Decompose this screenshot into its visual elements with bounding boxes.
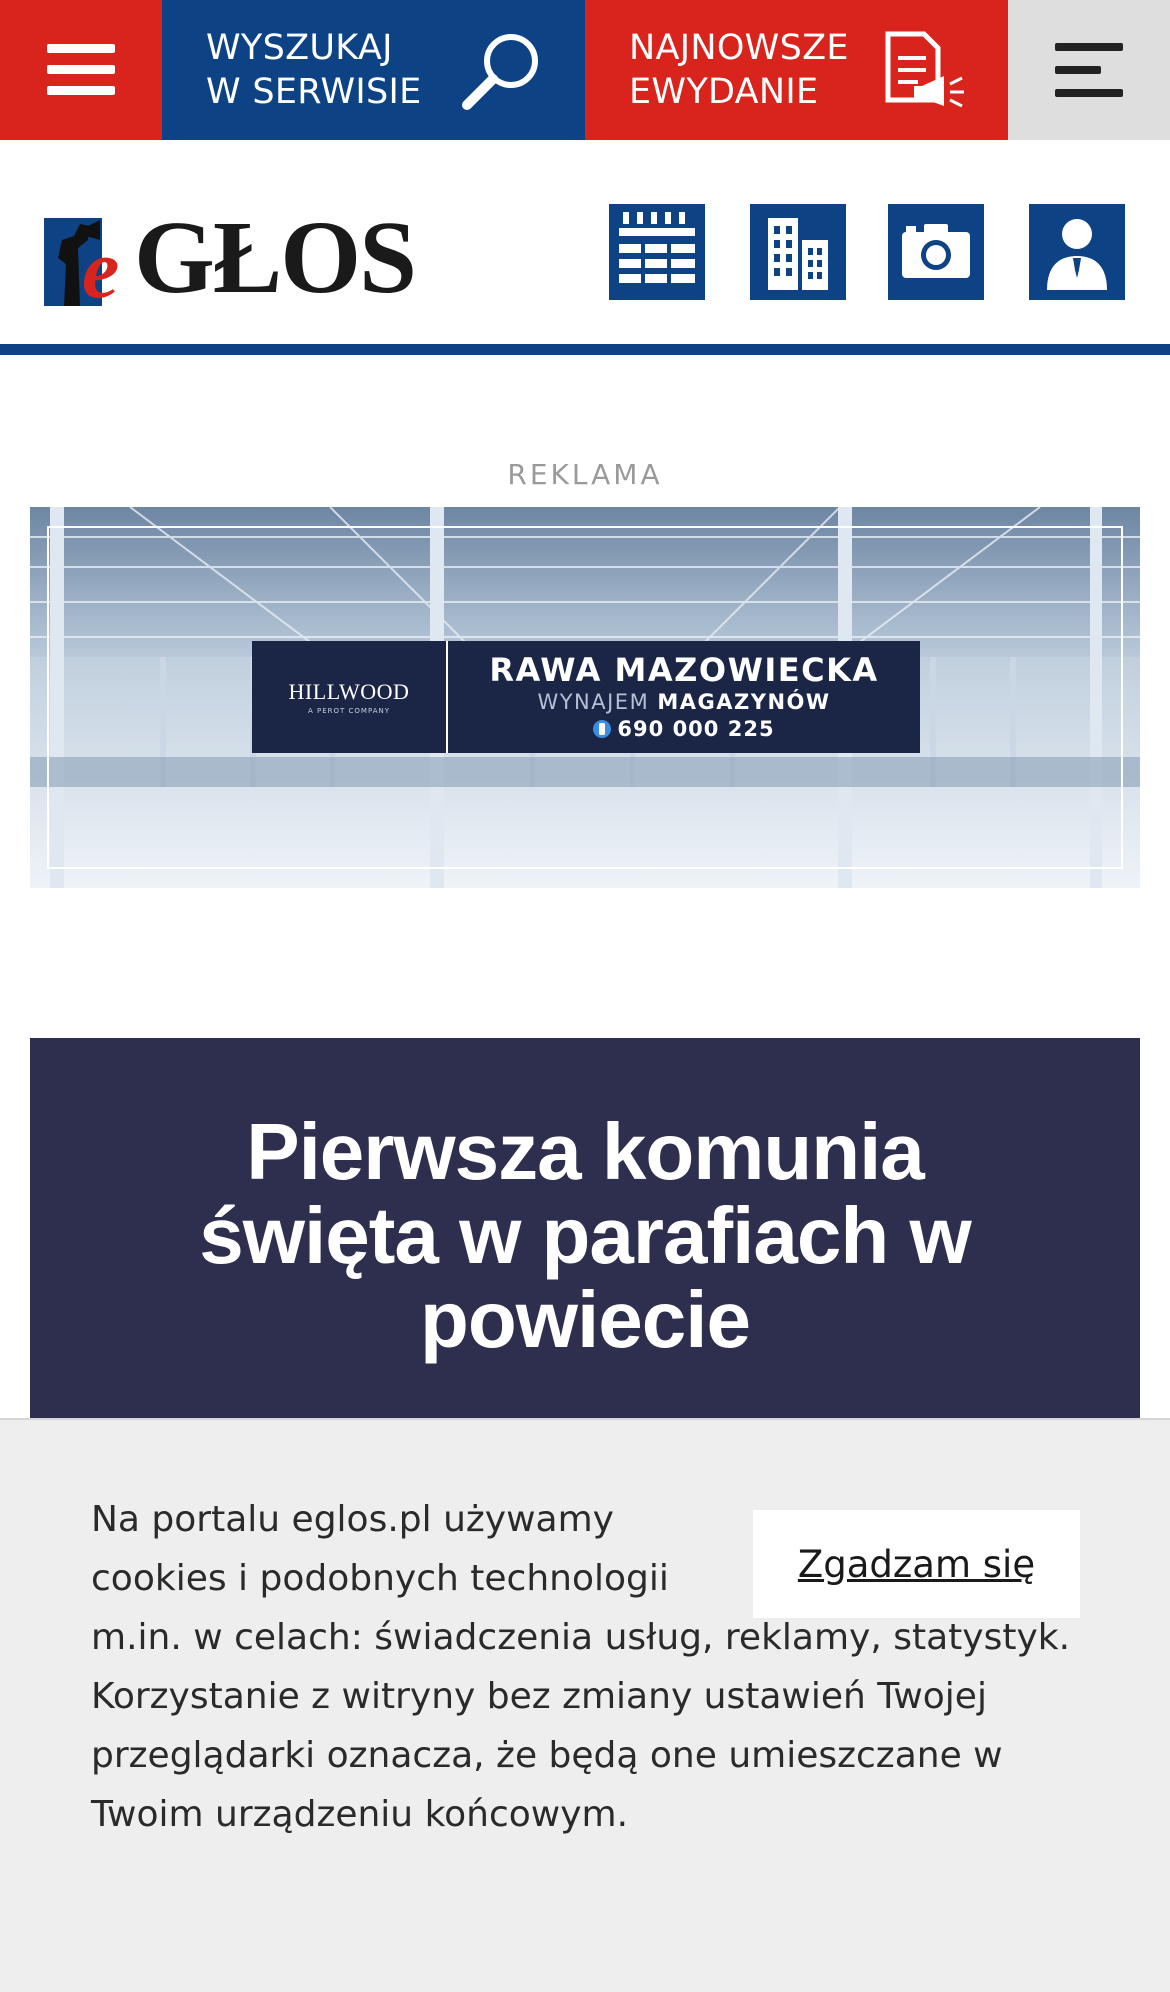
phone-icon — [593, 720, 612, 738]
calendar-icon — [619, 212, 695, 283]
ad-brand: HILLWOOD A PEROT COMPANY — [252, 641, 448, 753]
ad-banner[interactable]: HILLWOOD A PEROT COMPANY RAWA MAZOWIECKA… — [30, 507, 1140, 888]
header-divider — [0, 344, 1170, 355]
search-label: WYSZUKAJ W SERWISIE — [206, 28, 422, 112]
article-title: Pierwsza komunia święta w parafiach w po… — [199, 1107, 971, 1364]
camera-icon — [902, 224, 970, 278]
hamburger-icon — [47, 44, 115, 95]
buildings-icon — [768, 218, 828, 290]
calendar-button[interactable] — [609, 204, 705, 300]
latest-edition-button[interactable]: NAJNOWSZE EWYDANIE — [585, 0, 1008, 140]
ad-sub-prefix: WYNAJEM — [537, 690, 650, 714]
cookie-banner: Na portalu eglos.pl używamy cookies i po… — [0, 1418, 1170, 1992]
ad-brand-sub: A PEROT COMPANY — [307, 707, 391, 715]
ad-label: REKLAMA — [507, 458, 663, 491]
logo-text: GŁOS — [134, 200, 417, 315]
cookie-accept-button[interactable]: Zgadzam się — [753, 1510, 1080, 1618]
menu-button[interactable] — [0, 0, 162, 140]
user-button[interactable] — [1029, 204, 1125, 300]
gallery-button[interactable] — [888, 204, 984, 300]
top-bar: WYSZUKAJ W SERWISIE NAJNOWSZE EWYDANIE — [0, 0, 1170, 140]
ad-subtitle: WYNAJEM MAGAZYNÓW — [448, 689, 920, 715]
align-left-menu-icon — [1055, 43, 1123, 97]
document-megaphone-icon — [885, 31, 964, 108]
article-header: Pierwsza komunia święta w parafiach w po… — [30, 1038, 1140, 1418]
secondary-menu-button[interactable] — [1008, 0, 1170, 140]
logo-prefix: e — [82, 223, 120, 316]
site-logo[interactable]: e GŁOS — [44, 206, 417, 316]
site-header: e GŁOS — [0, 140, 1170, 344]
buildings-button[interactable] — [750, 204, 846, 300]
ad-copy: RAWA MAZOWIECKA WYNAJEM MAGAZYNÓW 690 00… — [448, 651, 920, 743]
ad-city: RAWA MAZOWIECKA — [489, 651, 879, 689]
ad-phone-row: 690 000 225 — [448, 715, 920, 743]
ad-sub-bold: MAGAZYNÓW — [657, 690, 831, 714]
ad-brand-name: HILLWOOD — [288, 679, 410, 704]
search-button[interactable]: WYSZUKAJ W SERWISIE — [162, 0, 585, 140]
edition-label: NAJNOWSZE EWYDANIE — [629, 28, 849, 112]
magnifier-icon — [462, 34, 538, 110]
ad-overlay: HILLWOOD A PEROT COMPANY RAWA MAZOWIECKA… — [252, 641, 920, 753]
person-icon — [1047, 219, 1107, 290]
ad-phone: 690 000 225 — [617, 717, 775, 741]
